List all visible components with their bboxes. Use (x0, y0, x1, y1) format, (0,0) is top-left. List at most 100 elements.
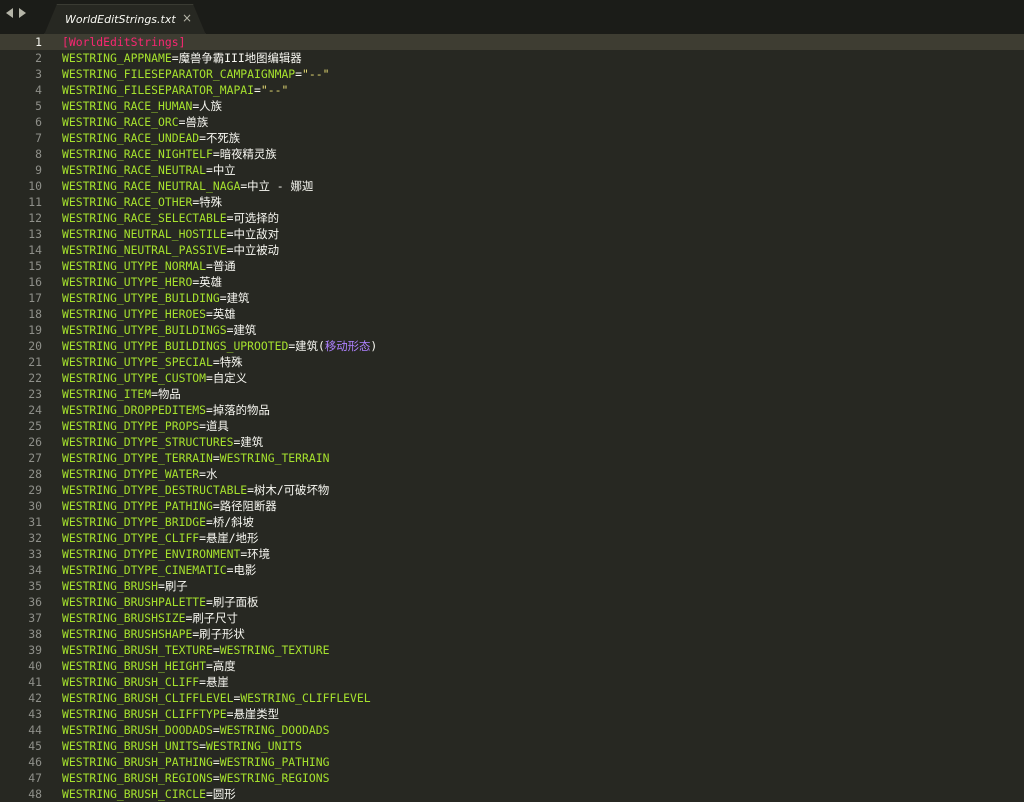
string-value: 中立 (212, 163, 236, 177)
code-line[interactable]: 32 WESTRING_DTYPE_CLIFF=悬崖/地形 (0, 530, 1024, 546)
string-value: 物品 (158, 387, 181, 401)
code-line[interactable]: 45 WESTRING_BRUSH_UNITS=WESTRING_UNITS (0, 738, 1024, 754)
code-line[interactable]: 28 WESTRING_DTYPE_WATER=水 (0, 466, 1024, 482)
code-line[interactable]: 47 WESTRING_BRUSH_REGIONS=WESTRING_REGION… (0, 770, 1024, 786)
code-line[interactable]: 24 WESTRING_DROPPEDITEMS=掉落的物品 (0, 402, 1024, 418)
code-line[interactable]: 8 WESTRING_RACE_NIGHTELF=暗夜精灵族 (0, 146, 1024, 162)
line-content: WESTRING_BRUSH=刷子 (62, 578, 188, 594)
code-line[interactable]: 9 WESTRING_RACE_NEUTRAL=中立 (0, 162, 1024, 178)
code-line[interactable]: 48 WESTRING_BRUSH_CIRCLE=圆形 (0, 786, 1024, 802)
line-content: WESTRING_RACE_NIGHTELF=暗夜精灵族 (62, 146, 277, 162)
string-key: WESTRING_RACE_NEUTRAL (62, 163, 207, 177)
line-content: WESTRING_RACE_HUMAN=人族 (62, 98, 222, 114)
line-number: 41 (28, 675, 42, 689)
code-line[interactable]: 20 WESTRING_UTYPE_BUILDINGS_UPROOTED=建筑(移… (0, 338, 1024, 354)
string-key: WESTRING_BRUSHSIZE (62, 611, 186, 625)
code-line[interactable]: 17 WESTRING_UTYPE_BUILDING=建筑 (0, 290, 1024, 306)
code-line[interactable]: 15 WESTRING_UTYPE_NORMAL=普通 (0, 258, 1024, 274)
code-line[interactable]: 30 WESTRING_DTYPE_PATHING=路径阻断器 (0, 498, 1024, 514)
code-line[interactable]: 3 WESTRING_FILESEPARATOR_CAMPAIGNMAP="--" (0, 66, 1024, 82)
code-line[interactable]: 36 WESTRING_BRUSHPALETTE=刷子面板 (0, 594, 1024, 610)
tab-worldeditstrings[interactable]: WorldEditStrings.txt × (44, 4, 206, 35)
line-content: WESTRING_BRUSHSHAPE=刷子形状 (62, 626, 245, 642)
equals-sign: = (206, 259, 213, 273)
code-line[interactable]: 1 [WorldEditStrings] (0, 34, 1024, 50)
line-number: 48 (28, 787, 42, 801)
code-line[interactable]: 2 WESTRING_APPNAME=魔兽争霸III地图编辑器 (0, 50, 1024, 66)
code-line[interactable]: 5 WESTRING_RACE_HUMAN=人族 (0, 98, 1024, 114)
code-line[interactable]: 33 WESTRING_DTYPE_ENVIRONMENT=环境 (0, 546, 1024, 562)
string-value: 暗夜精灵族 (219, 147, 277, 161)
code-line[interactable]: 14 WESTRING_NEUTRAL_PASSIVE=中立被动 (0, 242, 1024, 258)
code-line[interactable]: 27 WESTRING_DTYPE_TERRAIN=WESTRING_TERRAI… (0, 450, 1024, 466)
line-content: WESTRING_UTYPE_BUILDING=建筑 (62, 290, 249, 306)
code-line[interactable]: 29 WESTRING_DTYPE_DESTRUCTABLE=树木/可破坏物 (0, 482, 1024, 498)
line-number: 23 (28, 387, 42, 401)
code-line[interactable]: 38 WESTRING_BRUSHSHAPE=刷子形状 (0, 626, 1024, 642)
line-number: 18 (28, 307, 42, 321)
previous-tab-arrow-icon[interactable] (6, 8, 13, 18)
quoted-string-value: "--" (260, 83, 289, 97)
equals-sign: = (212, 643, 220, 657)
code-line[interactable]: 23 WESTRING_ITEM=物品 (0, 386, 1024, 402)
string-reference: WESTRING_TEXTURE (219, 643, 330, 657)
equals-sign: = (212, 451, 220, 465)
code-line[interactable]: 34 WESTRING_DTYPE_CINEMATIC=电影 (0, 562, 1024, 578)
line-number: 6 (35, 115, 42, 129)
line-content: WESTRING_DROPPEDITEMS=掉落的物品 (62, 402, 270, 418)
string-value: 刷子形状 (199, 627, 245, 641)
string-value: 悬崖 (206, 675, 229, 689)
code-line[interactable]: 37 WESTRING_BRUSHSIZE=刷子尺寸 (0, 610, 1024, 626)
string-value: 悬崖/地形 (206, 531, 259, 545)
code-line[interactable]: 6 WESTRING_RACE_ORC=兽族 (0, 114, 1024, 130)
code-line[interactable]: 42 WESTRING_BRUSH_CLIFFLEVEL=WESTRING_CLI… (0, 690, 1024, 706)
line-content: WESTRING_BRUSHSIZE=刷子尺寸 (62, 610, 238, 626)
code-line[interactable]: 16 WESTRING_UTYPE_HERO=英雄 (0, 274, 1024, 290)
line-number: 38 (28, 627, 42, 641)
line-number: 8 (35, 147, 42, 161)
line-content: WESTRING_BRUSH_CLIFF=悬崖 (62, 674, 229, 690)
code-editor[interactable]: 1 [WorldEditStrings] 2 WESTRING_APPNAME=魔兽争… (0, 34, 1024, 802)
code-line[interactable]: 25 WESTRING_DTYPE_PROPS=道具 (0, 418, 1024, 434)
code-line[interactable]: 35 WESTRING_BRUSH=刷子 (0, 578, 1024, 594)
line-number: 31 (28, 515, 42, 529)
string-value: 兽族 (185, 115, 209, 129)
code-line[interactable]: 4 WESTRING_FILESEPARATOR_MAPAI="--" (0, 82, 1024, 98)
equals-sign: = (206, 307, 213, 321)
line-content: WESTRING_DTYPE_CLIFF=悬崖/地形 (62, 530, 258, 546)
code-line[interactable]: 26 WESTRING_DTYPE_STRUCTURES=建筑 (0, 434, 1024, 450)
line-content: WESTRING_BRUSH_CIRCLE=圆形 (62, 786, 236, 802)
code-line[interactable]: 43 WESTRING_BRUSH_CLIFFTYPE=悬崖类型 (0, 706, 1024, 722)
line-number: 22 (28, 371, 42, 385)
line-content: WESTRING_RACE_OTHER=特殊 (62, 194, 222, 210)
code-line[interactable]: 46 WESTRING_BRUSH_PATHING=WESTRING_PATHIN… (0, 754, 1024, 770)
next-tab-arrow-icon[interactable] (19, 8, 26, 18)
string-key: WESTRING_BRUSH_UNITS (62, 739, 200, 753)
code-line[interactable]: 22 WESTRING_UTYPE_CUSTOM=自定义 (0, 370, 1024, 386)
code-line[interactable]: 18 WESTRING_UTYPE_HEROES=英雄 (0, 306, 1024, 322)
string-reference: WESTRING_DOODADS (219, 723, 330, 737)
close-tab-icon[interactable]: × (182, 11, 192, 25)
code-line[interactable]: 21 WESTRING_UTYPE_SPECIAL=特殊 (0, 354, 1024, 370)
string-value-highlight: 移动形态 (324, 339, 371, 353)
code-line[interactable]: 10 WESTRING_RACE_NEUTRAL_NAGA=中立 - 娜迦 (0, 178, 1024, 194)
code-line[interactable]: 40 WESTRING_BRUSH_HEIGHT=高度 (0, 658, 1024, 674)
code-line[interactable]: 41 WESTRING_BRUSH_CLIFF=悬崖 (0, 674, 1024, 690)
code-line[interactable]: 13 WESTRING_NEUTRAL_HOSTILE=中立敌对 (0, 226, 1024, 242)
code-line[interactable]: 31 WESTRING_DTYPE_BRIDGE=桥/斜坡 (0, 514, 1024, 530)
line-number: 47 (28, 771, 42, 785)
line-content: WESTRING_BRUSH_HEIGHT=高度 (62, 658, 236, 674)
code-line[interactable]: 12 WESTRING_RACE_SELECTABLE=可选择的 (0, 210, 1024, 226)
string-key: WESTRING_BRUSH_CIRCLE (62, 787, 207, 801)
string-value: 环境 (247, 547, 270, 561)
code-line[interactable]: 39 WESTRING_BRUSH_TEXTURE=WESTRING_TEXTUR… (0, 642, 1024, 658)
line-number: 15 (28, 259, 42, 273)
code-line[interactable]: 44 WESTRING_BRUSH_DOODADS=WESTRING_DOODAD… (0, 722, 1024, 738)
string-value: 悬崖类型 (233, 707, 280, 721)
code-line[interactable]: 7 WESTRING_RACE_UNDEAD=不死族 (0, 130, 1024, 146)
code-line[interactable]: 11 WESTRING_RACE_OTHER=特殊 (0, 194, 1024, 210)
line-content: WESTRING_DTYPE_ENVIRONMENT=环境 (62, 546, 270, 562)
line-content: WESTRING_DTYPE_STRUCTURES=建筑 (62, 434, 263, 450)
line-content: WESTRING_RACE_ORC=兽族 (62, 114, 208, 130)
code-line[interactable]: 19 WESTRING_UTYPE_BUILDINGS=建筑 (0, 322, 1024, 338)
